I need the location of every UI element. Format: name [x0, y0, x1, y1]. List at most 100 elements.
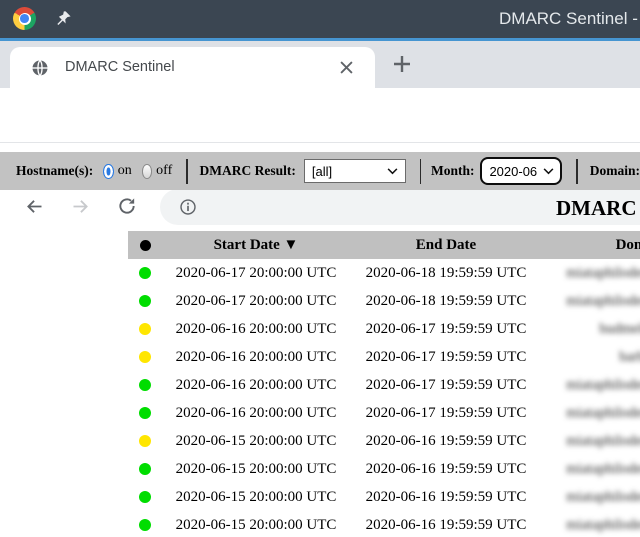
- status-dot: [139, 491, 151, 503]
- table-row[interactable]: 2020-06-16 20:00:00 UTC 2020-06-17 19:59…: [128, 399, 640, 427]
- start-date-column-header[interactable]: Start Date ▼: [162, 237, 350, 254]
- hostnames-on-label: on: [118, 163, 132, 179]
- page-title: DMARC: [556, 196, 636, 221]
- start-date-cell: 2020-06-15 20:00:00 UTC: [162, 433, 350, 450]
- end-date-cell: 2020-06-16 19:59:59 UTC: [350, 517, 542, 534]
- status-dot: [139, 267, 151, 279]
- status-cell: [128, 407, 162, 419]
- table-row[interactable]: 2020-06-15 20:00:00 UTC 2020-06-16 19:59…: [128, 511, 640, 537]
- table-header-row: Start Date ▼ End Date Domain: [128, 231, 640, 259]
- filter-divider: [420, 159, 421, 184]
- chevron-down-icon: [543, 168, 554, 175]
- window-title: DMARC Sentinel -: [499, 0, 638, 38]
- start-date-cell: 2020-06-17 20:00:00 UTC: [162, 293, 350, 310]
- start-date-cell: 2020-06-15 20:00:00 UTC: [162, 517, 350, 534]
- end-date-cell: 2020-06-16 19:59:59 UTC: [350, 433, 542, 450]
- status-cell: [128, 463, 162, 475]
- month-select[interactable]: 2020-06: [480, 157, 562, 185]
- pin-icon[interactable]: [55, 10, 72, 27]
- end-date-cell: 2020-06-16 19:59:59 UTC: [350, 461, 542, 478]
- domain-cell-redacted: miataphilodendronbdl.net: [542, 405, 640, 422]
- status-dot: [139, 407, 151, 419]
- end-date-cell: 2020-06-17 19:59:59 UTC: [350, 405, 542, 422]
- status-dot: [139, 323, 151, 335]
- status-cell: [128, 435, 162, 447]
- status-dot: [139, 463, 151, 475]
- status-dot-icon: [140, 240, 151, 251]
- chevron-down-icon: [387, 168, 398, 175]
- table-body: 2020-06-17 20:00:00 UTC 2020-06-18 19:59…: [128, 259, 640, 537]
- hostnames-on-radio[interactable]: [103, 164, 113, 179]
- filter-divider: [186, 159, 187, 184]
- domain-cell-redacted: barbble: [542, 349, 640, 366]
- status-dot: [139, 519, 151, 531]
- filter-bar: Hostname(s): on off DMARC Result: [all] …: [0, 152, 640, 190]
- status-column-header[interactable]: [128, 240, 162, 251]
- domain-cell-redacted: miataphilodendronbdl.net: [542, 489, 640, 506]
- end-date-cell: 2020-06-17 19:59:59 UTC: [350, 377, 542, 394]
- status-dot: [139, 295, 151, 307]
- domain-cell-redacted: miataphilodendronbdl.net: [542, 377, 640, 394]
- table-row[interactable]: 2020-06-15 20:00:00 UTC 2020-06-16 19:59…: [128, 427, 640, 455]
- status-cell: [128, 491, 162, 503]
- table-row[interactable]: 2020-06-15 20:00:00 UTC 2020-06-16 19:59…: [128, 483, 640, 511]
- table-row[interactable]: 2020-06-17 20:00:00 UTC 2020-06-18 19:59…: [128, 259, 640, 287]
- start-date-cell: 2020-06-15 20:00:00 UTC: [162, 489, 350, 506]
- start-date-cell: 2020-06-16 20:00:00 UTC: [162, 377, 350, 394]
- start-date-cell: 2020-06-16 20:00:00 UTC: [162, 405, 350, 422]
- window-titlebar: DMARC Sentinel -: [0, 0, 640, 38]
- hostnames-off-label: off: [156, 163, 172, 179]
- domain-filter-label: Domain:: [590, 163, 640, 179]
- site-info-icon[interactable]: [179, 198, 197, 216]
- end-date-cell: 2020-06-17 19:59:59 UTC: [350, 321, 542, 338]
- domain-cell-redacted: miataphilodendronbdl.net: [542, 265, 640, 282]
- status-cell: [128, 379, 162, 391]
- status-dot: [139, 351, 151, 363]
- month-label: Month:: [431, 163, 475, 179]
- reports-table: Start Date ▼ End Date Domain 2020-06-17 …: [128, 231, 640, 537]
- end-date-column-header[interactable]: End Date: [350, 237, 542, 254]
- globe-favicon-icon: [31, 59, 49, 77]
- back-button[interactable]: [24, 196, 45, 217]
- table-row[interactable]: 2020-06-15 20:00:00 UTC 2020-06-16 19:59…: [128, 455, 640, 483]
- forward-button[interactable]: [70, 196, 91, 217]
- browser-window: DMARC Sentinel - DMARC Sentinel: [0, 0, 640, 537]
- dmarc-result-label: DMARC Result:: [200, 163, 296, 179]
- end-date-cell: 2020-06-18 19:59:59 UTC: [350, 293, 542, 310]
- status-cell: [128, 295, 162, 307]
- table-row[interactable]: 2020-06-17 20:00:00 UTC 2020-06-18 19:59…: [128, 287, 640, 315]
- status-cell: [128, 323, 162, 335]
- domain-column-header[interactable]: Domain: [542, 237, 640, 254]
- table-row[interactable]: 2020-06-16 20:00:00 UTC 2020-06-17 19:59…: [128, 371, 640, 399]
- domain-cell-redacted: miataphilodendronbdl.net: [542, 433, 640, 450]
- browser-toolbar: [0, 88, 640, 143]
- chrome-logo-icon: [13, 7, 36, 30]
- end-date-cell: 2020-06-18 19:59:59 UTC: [350, 265, 542, 282]
- hostnames-label: Hostname(s):: [16, 163, 93, 179]
- new-tab-button[interactable]: [392, 54, 412, 74]
- table-row[interactable]: 2020-06-16 20:00:00 UTC 2020-06-17 19:59…: [128, 315, 640, 343]
- status-dot: [139, 379, 151, 391]
- dmarc-result-value: [all]: [312, 164, 332, 179]
- status-cell: [128, 351, 162, 363]
- end-date-cell: 2020-06-17 19:59:59 UTC: [350, 349, 542, 366]
- start-date-cell: 2020-06-17 20:00:00 UTC: [162, 265, 350, 282]
- reload-button[interactable]: [117, 196, 137, 216]
- domain-cell-redacted: budmelodic.io: [542, 321, 640, 338]
- status-cell: [128, 267, 162, 279]
- hostnames-off-radio[interactable]: [142, 164, 152, 179]
- filter-divider: [576, 159, 577, 184]
- domain-cell-redacted: miataphilodendronbdl.net: [542, 293, 640, 310]
- start-date-cell: 2020-06-16 20:00:00 UTC: [162, 349, 350, 366]
- tab-close-icon[interactable]: [340, 61, 353, 74]
- end-date-cell: 2020-06-16 19:59:59 UTC: [350, 489, 542, 506]
- tab-strip: DMARC Sentinel: [0, 41, 640, 88]
- table-row[interactable]: 2020-06-16 20:00:00 UTC 2020-06-17 19:59…: [128, 343, 640, 371]
- start-date-cell: 2020-06-15 20:00:00 UTC: [162, 461, 350, 478]
- domain-cell-redacted: miataphilodendronbdl.net: [542, 517, 640, 534]
- start-date-cell: 2020-06-16 20:00:00 UTC: [162, 321, 350, 338]
- status-cell: [128, 519, 162, 531]
- dmarc-result-select[interactable]: [all]: [304, 159, 406, 183]
- domain-cell-redacted: miataphilodendronbdl.net: [542, 461, 640, 478]
- tab-dmarc-sentinel[interactable]: DMARC Sentinel: [10, 47, 375, 88]
